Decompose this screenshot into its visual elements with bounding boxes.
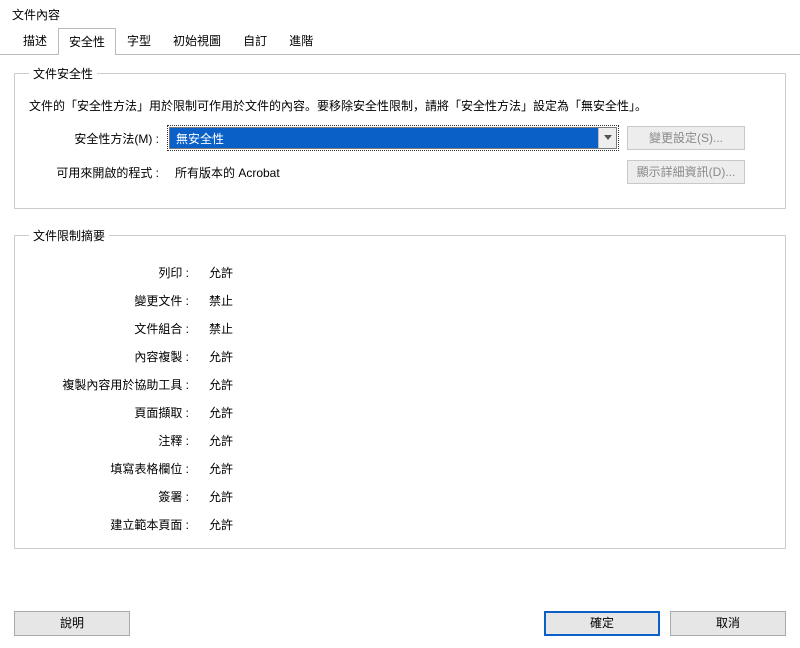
restriction-label: 列印 <box>29 264 193 281</box>
restriction-value: 允許 <box>209 348 233 365</box>
tab-bar: 描述 安全性 字型 初始視圖 自訂 進階 <box>0 31 800 55</box>
cancel-button[interactable]: 取消 <box>670 611 786 636</box>
restriction-label: 注釋 <box>29 432 193 449</box>
restriction-row: 內容複製允許 <box>29 342 771 370</box>
tab-initial-view[interactable]: 初始視圖 <box>162 27 232 54</box>
document-security-title: 文件安全性 <box>29 65 97 82</box>
document-security-group: 文件安全性 文件的「安全性方法」用於限制可作用於文件的內容。要移除安全性限制，請… <box>14 65 786 209</box>
window-title: 文件內容 <box>0 0 800 27</box>
restriction-value: 禁止 <box>209 320 233 337</box>
restriction-value: 允許 <box>209 488 233 505</box>
restriction-row: 變更文件禁止 <box>29 286 771 314</box>
chevron-down-icon <box>598 128 616 148</box>
restriction-label: 建立範本頁面 <box>29 516 193 533</box>
restriction-value: 允許 <box>209 460 233 477</box>
restriction-row: 填寫表格欄位允許 <box>29 454 771 482</box>
viewer-value: 所有版本的 Acrobat <box>169 164 617 181</box>
show-details-button[interactable]: 顯示詳細資訊(D)... <box>627 160 745 184</box>
security-method-value: 無安全性 <box>170 128 598 148</box>
restriction-label: 填寫表格欄位 <box>29 460 193 477</box>
security-method-label: 安全性方法(M) : <box>29 130 159 147</box>
restriction-label: 簽署 <box>29 488 193 505</box>
dialog-footer: 說明 確定 取消 <box>0 603 800 648</box>
restrictions-group: 文件限制摘要 列印允許 變更文件禁止 文件組合禁止 內容複製允許 複製內容用於協… <box>14 227 786 549</box>
restriction-label: 頁面擷取 <box>29 404 193 421</box>
restriction-row: 簽署允許 <box>29 482 771 510</box>
restrictions-list: 列印允許 變更文件禁止 文件組合禁止 內容複製允許 複製內容用於協助工具允許 頁… <box>29 258 771 538</box>
restriction-value: 允許 <box>209 432 233 449</box>
restriction-value: 禁止 <box>209 292 233 309</box>
restriction-row: 文件組合禁止 <box>29 314 771 342</box>
restriction-label: 複製內容用於協助工具 <box>29 376 193 393</box>
properties-dialog: 文件內容 描述 安全性 字型 初始視圖 自訂 進階 文件安全性 文件的「安全性方… <box>0 0 800 648</box>
restrictions-title: 文件限制摘要 <box>29 227 109 244</box>
help-button[interactable]: 說明 <box>14 611 130 636</box>
viewer-label: 可用來開啟的程式 : <box>29 164 159 181</box>
tab-description[interactable]: 描述 <box>12 27 58 54</box>
restriction-value: 允許 <box>209 376 233 393</box>
security-method-dropdown[interactable]: 無安全性 <box>169 127 617 149</box>
change-settings-button[interactable]: 變更設定(S)... <box>627 126 745 150</box>
security-description: 文件的「安全性方法」用於限制可作用於文件的內容。要移除安全性限制，請將「安全性方… <box>29 96 771 116</box>
restriction-row: 頁面擷取允許 <box>29 398 771 426</box>
tab-content: 文件安全性 文件的「安全性方法」用於限制可作用於文件的內容。要移除安全性限制，請… <box>0 55 800 603</box>
ok-button[interactable]: 確定 <box>544 611 660 636</box>
restriction-label: 內容複製 <box>29 348 193 365</box>
tab-advanced[interactable]: 進階 <box>278 27 324 54</box>
tab-security[interactable]: 安全性 <box>58 28 116 55</box>
restriction-value: 允許 <box>209 264 233 281</box>
restriction-row: 注釋允許 <box>29 426 771 454</box>
restriction-row: 建立範本頁面允許 <box>29 510 771 538</box>
tab-fonts[interactable]: 字型 <box>116 27 162 54</box>
restriction-row: 列印允許 <box>29 258 771 286</box>
restriction-value: 允許 <box>209 516 233 533</box>
restriction-row: 複製內容用於協助工具允許 <box>29 370 771 398</box>
restriction-label: 文件組合 <box>29 320 193 337</box>
tab-custom[interactable]: 自訂 <box>232 27 278 54</box>
restriction-value: 允許 <box>209 404 233 421</box>
restriction-label: 變更文件 <box>29 292 193 309</box>
